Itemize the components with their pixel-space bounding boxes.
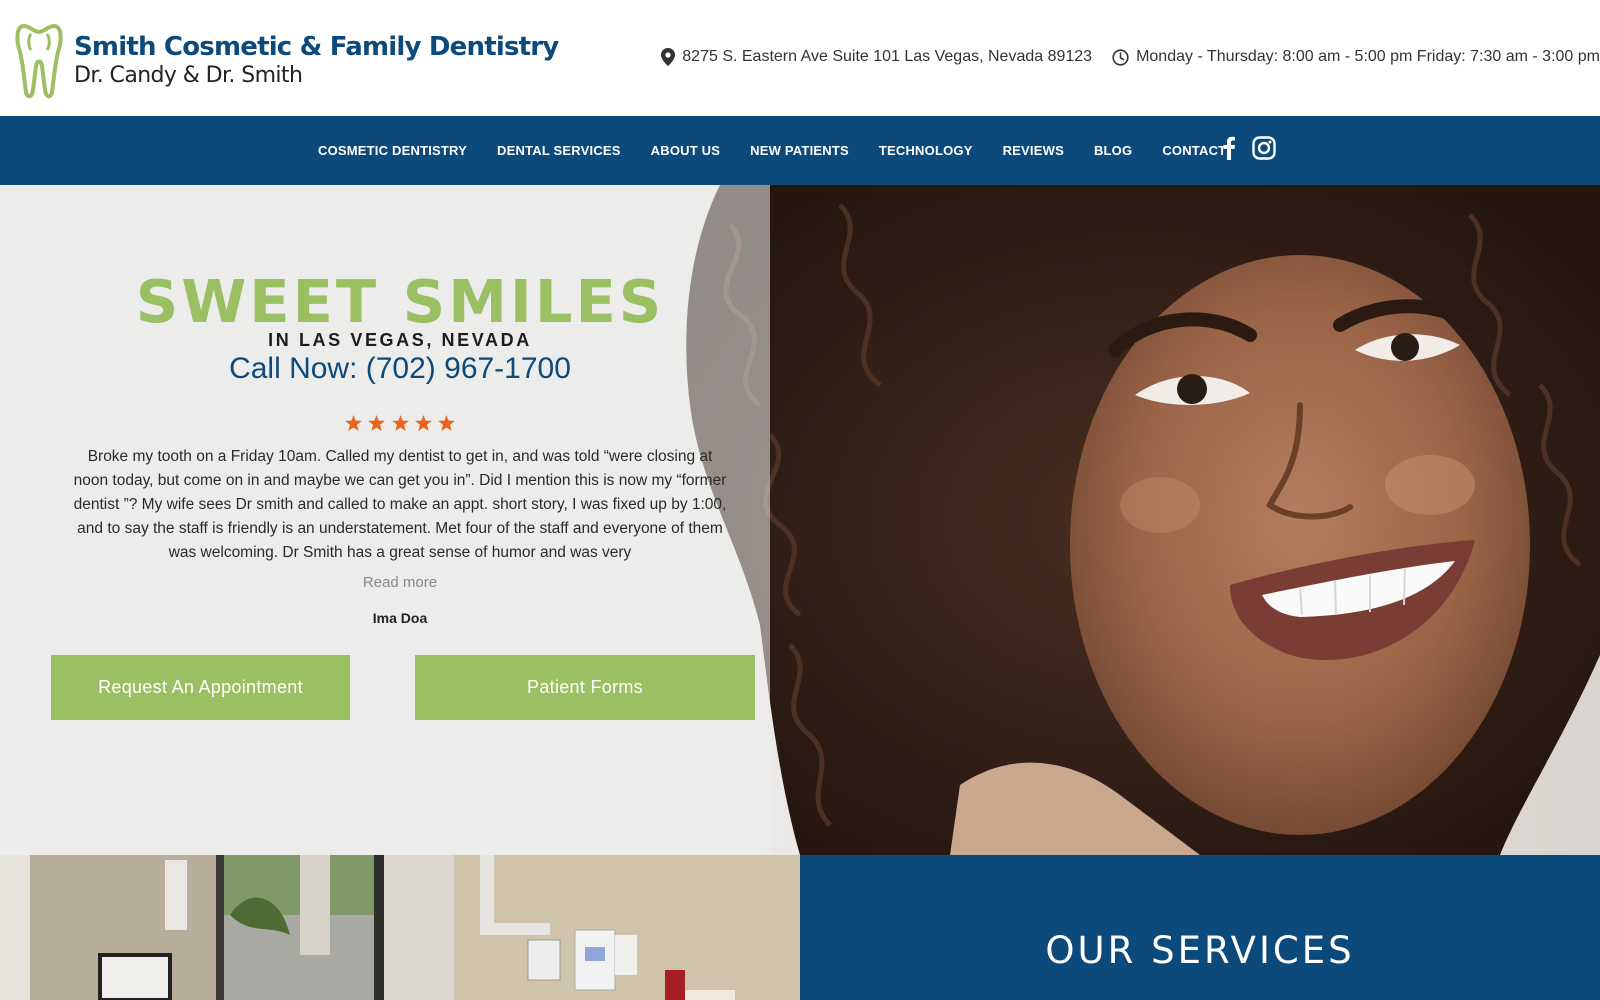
hours-text: Monday - Thursday: 8:00 am - 5:00 pm Fri… [1136, 48, 1600, 65]
logo-subtitle: Dr. Candy & Dr. Smith [74, 63, 303, 88]
read-more-link[interactable]: Read more [0, 574, 800, 591]
services-heading: OUR SERVICES [1045, 929, 1355, 972]
services-section: OUR SERVICES [800, 855, 1600, 1000]
social-links [1222, 136, 1276, 160]
facebook-icon[interactable] [1222, 136, 1236, 160]
star-icon [415, 415, 432, 431]
site-logo[interactable]: Smith Cosmetic & Family Dentistry Dr. Ca… [14, 20, 559, 100]
star-icon [391, 415, 409, 431]
instagram-icon[interactable] [1252, 136, 1276, 160]
nav-item-reviews[interactable]: REVIEWS [1003, 143, 1064, 158]
contact-info: 8275 S. Eastern Ave Suite 101 Las Vegas,… [661, 48, 1600, 66]
star-icon [368, 415, 385, 431]
nav-item-technology[interactable]: TECHNOLOGY [879, 143, 973, 158]
tooth-logo-icon [15, 23, 63, 99]
star-icon [344, 415, 362, 431]
patient-forms-button[interactable]: Patient Forms [415, 655, 755, 720]
nav-item-dental-services[interactable]: DENTAL SERVICES [497, 143, 621, 158]
hero-content: SWEET SMILES IN LAS VEGAS, NEVADA Call N… [0, 185, 800, 855]
review-text: Broke my tooth on a Friday 10am. Called … [73, 448, 727, 561]
hero-subtitle: IN LAS VEGAS, NEVADA [268, 330, 532, 350]
nav-item-new-patients[interactable]: NEW PATIENTS [750, 143, 849, 158]
site-header: Smith Cosmetic & Family Dentistry Dr. Ca… [0, 0, 1600, 116]
map-pin-icon [661, 48, 676, 66]
hero-title: SWEET SMILES [135, 267, 665, 336]
clock-icon [1112, 48, 1129, 66]
logo-title: Smith Cosmetic & Family Dentistry [74, 32, 559, 62]
star-icon [438, 415, 456, 431]
hours-item: Monday - Thursday: 8:00 am - 5:00 pm Fri… [1112, 48, 1600, 66]
nav-item-contact[interactable]: CONTACT [1162, 143, 1226, 158]
call-now-phone[interactable]: Call Now: (702) 967-1700 [0, 352, 800, 386]
nav-item-about-us[interactable]: ABOUT US [651, 143, 721, 158]
nav-item-cosmetic-dentistry[interactable]: COSMETIC DENTISTRY [318, 143, 467, 158]
nav-item-blog[interactable]: BLOG [1094, 143, 1132, 158]
office-photo [0, 855, 800, 1000]
hero-section: SWEET SMILES IN LAS VEGAS, NEVADA Call N… [0, 185, 1600, 855]
reviewer-name: Ima Doa [372, 610, 428, 626]
nav-list: COSMETIC DENTISTRY DENTAL SERVICES ABOUT… [318, 116, 1226, 185]
review-rating [0, 415, 800, 436]
request-appointment-button[interactable]: Request An Appointment [51, 655, 350, 720]
address-text: 8275 S. Eastern Ave Suite 101 Las Vegas,… [682, 48, 1093, 65]
address-item[interactable]: 8275 S. Eastern Ave Suite 101 Las Vegas,… [661, 48, 1092, 66]
main-navigation: COSMETIC DENTISTRY DENTAL SERVICES ABOUT… [0, 116, 1600, 185]
dental-office-image [0, 855, 800, 1000]
